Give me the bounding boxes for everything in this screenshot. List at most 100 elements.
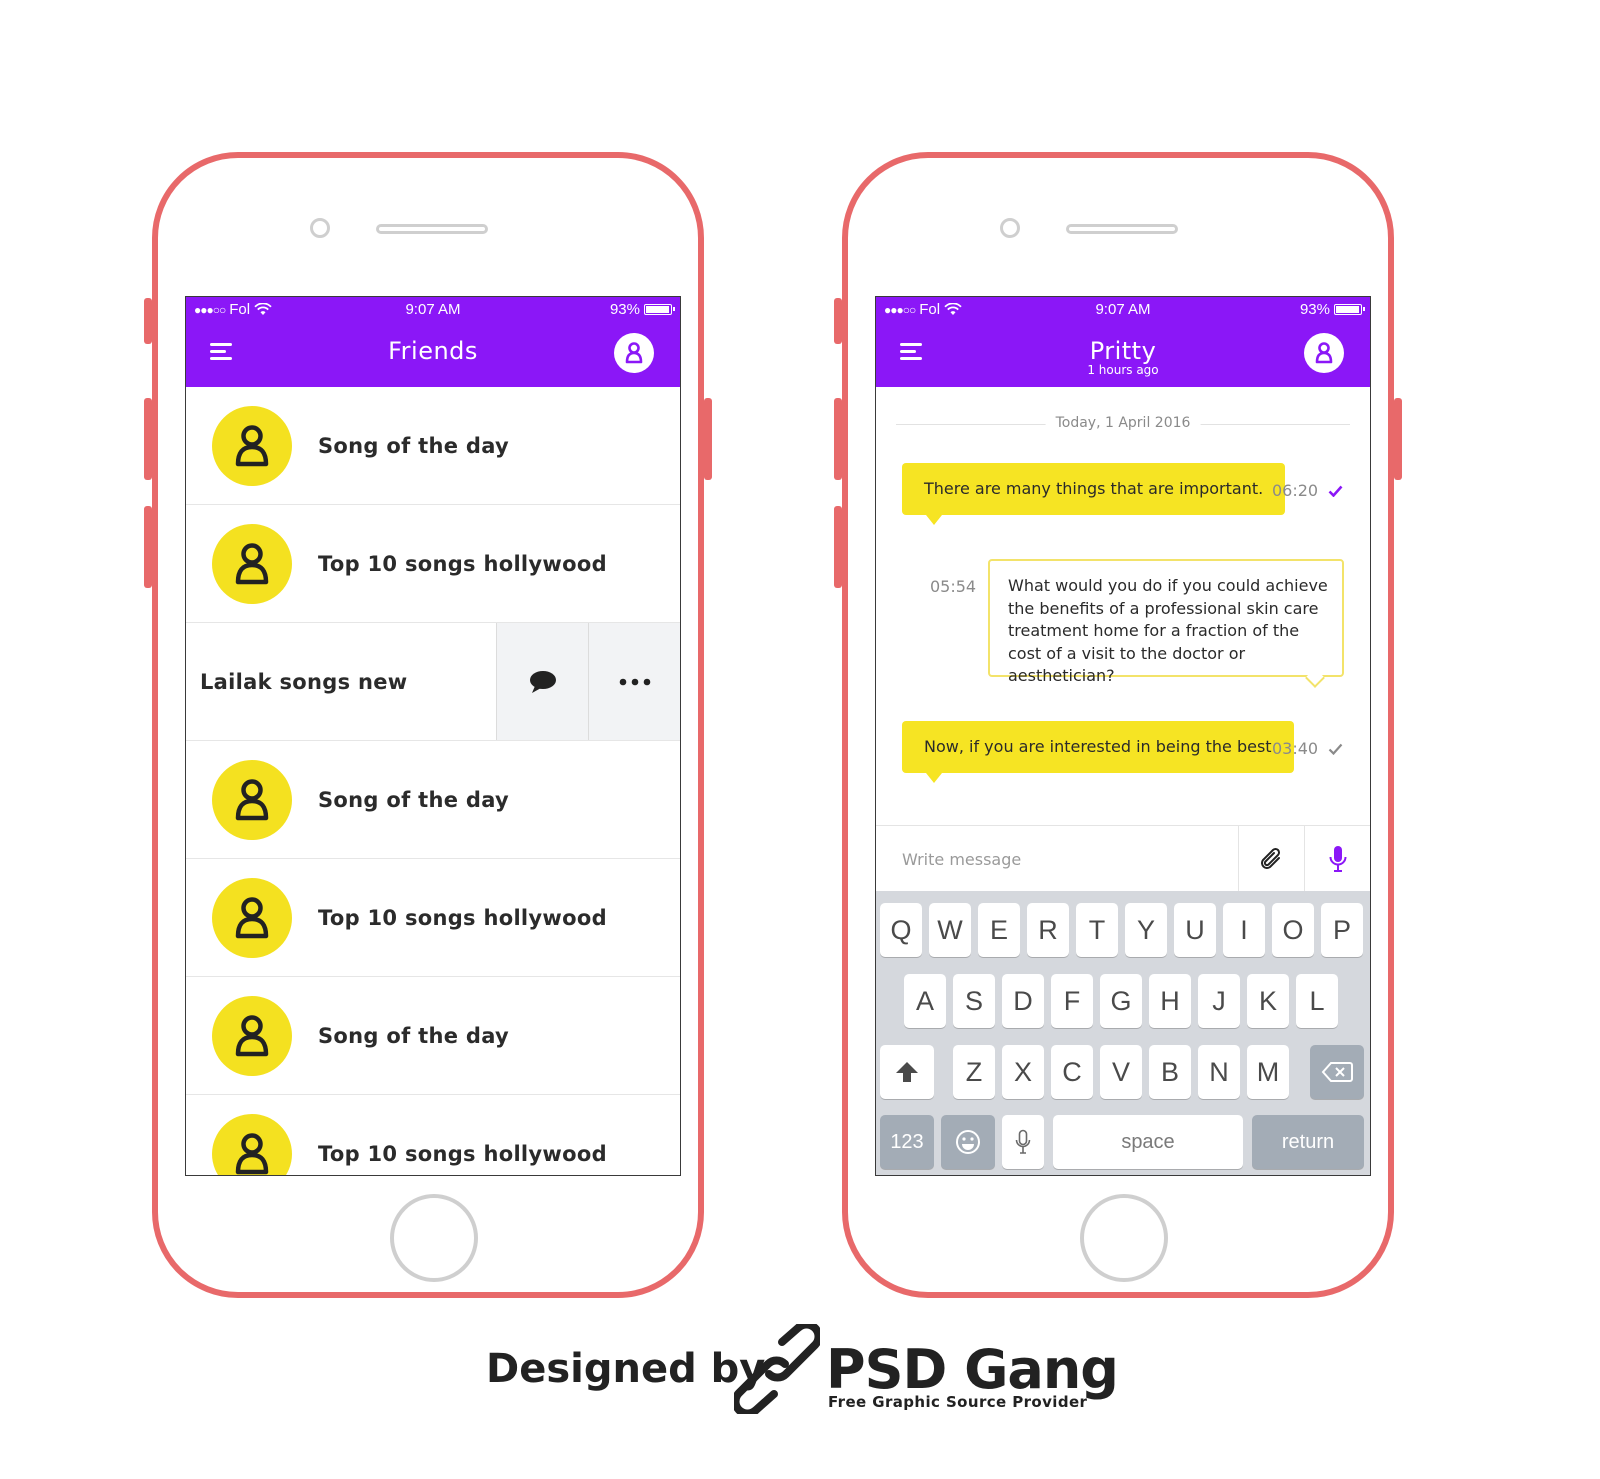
key-j[interactable]: J xyxy=(1198,974,1240,1028)
side-button xyxy=(834,298,842,344)
key-u[interactable]: U xyxy=(1174,903,1216,957)
return-key[interactable]: return xyxy=(1252,1115,1364,1169)
space-key[interactable]: space xyxy=(1053,1115,1243,1169)
chat-bubble-icon xyxy=(530,670,556,693)
message-input[interactable] xyxy=(876,826,1238,892)
microphone-icon xyxy=(1015,1129,1031,1154)
battery-percent: 93% xyxy=(1299,301,1330,318)
key-y[interactable]: Y xyxy=(1125,903,1167,957)
backspace-key[interactable] xyxy=(1310,1045,1364,1099)
key-h[interactable]: H xyxy=(1149,974,1191,1028)
key-x[interactable]: X xyxy=(1002,1045,1044,1099)
user-icon xyxy=(235,896,269,938)
more-dots-icon xyxy=(619,678,651,685)
more-action-button[interactable] xyxy=(588,623,680,740)
designed-by-text: Designed by xyxy=(486,1346,766,1392)
volume-down-button xyxy=(144,506,152,588)
top-bar: ●●●○○ Fol 9:07 AM 93% Friends xyxy=(186,297,680,387)
key-p[interactable]: P xyxy=(1321,903,1363,957)
home-button[interactable] xyxy=(1080,1194,1168,1282)
voice-button[interactable] xyxy=(1304,826,1370,892)
profile-button[interactable] xyxy=(614,333,654,373)
shift-key[interactable] xyxy=(880,1045,934,1099)
key-o[interactable]: O xyxy=(1272,903,1314,957)
attach-button[interactable] xyxy=(1238,826,1305,892)
message-time: 06:20 xyxy=(1272,481,1319,500)
user-icon xyxy=(235,424,269,466)
home-button[interactable] xyxy=(390,1194,478,1282)
message-time: 05:54 xyxy=(930,577,977,596)
list-item[interactable]: Song of the day xyxy=(186,741,680,859)
list-item-title: Top 10 songs hollywood xyxy=(318,905,607,930)
key-s[interactable]: S xyxy=(953,974,995,1028)
side-button xyxy=(144,298,152,344)
message-time: 03:40 xyxy=(1272,739,1319,758)
key-i[interactable]: I xyxy=(1223,903,1265,957)
status-bar: ●●●○○ Fol 9:07 AM 93% xyxy=(876,301,1370,321)
backspace-icon xyxy=(1321,1062,1353,1082)
key-k[interactable]: K xyxy=(1247,974,1289,1028)
status-bar: ●●●○○ Fol 9:07 AM 93% xyxy=(186,301,680,321)
key-m[interactable]: M xyxy=(1247,1045,1289,1099)
avatar xyxy=(212,995,292,1076)
key-r[interactable]: R xyxy=(1027,903,1069,957)
last-seen: 1 hours ago xyxy=(1087,363,1159,377)
list-item-title: Top 10 songs hollywood xyxy=(318,551,607,576)
list-item-title: Song of the day xyxy=(318,787,510,812)
chat-phone: ●●●○○ Fol 9:07 AM 93% Pritty 1 hours ago… xyxy=(834,152,1402,1298)
key-d[interactable]: D xyxy=(1002,974,1044,1028)
key-z[interactable]: Z xyxy=(953,1045,995,1099)
list-item-title: Song of the day xyxy=(318,1023,510,1048)
key-a[interactable]: A xyxy=(904,974,946,1028)
emoji-key[interactable] xyxy=(941,1115,995,1169)
battery-icon xyxy=(644,304,675,315)
chat-action-button[interactable] xyxy=(496,623,589,740)
chat-screen: ●●●○○ Fol 9:07 AM 93% Pritty 1 hours ago… xyxy=(875,296,1371,1176)
list-item-title: Lailak songs new xyxy=(200,669,408,694)
user-icon xyxy=(235,1014,269,1056)
list-item[interactable]: Song of the day xyxy=(186,387,680,505)
key-v[interactable]: V xyxy=(1100,1045,1142,1099)
dictation-key[interactable] xyxy=(1002,1115,1044,1169)
key-w[interactable]: W xyxy=(929,903,971,957)
profile-button[interactable] xyxy=(1304,333,1344,373)
power-button xyxy=(704,398,712,480)
numbers-key[interactable]: 123 xyxy=(880,1115,934,1169)
list-item-title: Song of the day xyxy=(318,433,510,458)
key-c[interactable]: C xyxy=(1051,1045,1093,1099)
microphone-icon xyxy=(1329,846,1347,872)
key-n[interactable]: N xyxy=(1198,1045,1240,1099)
list-item-swiped[interactable]: Lailak songs new xyxy=(186,623,680,741)
list-item[interactable]: Top 10 songs hollywood xyxy=(186,1095,680,1175)
avatar xyxy=(212,759,292,840)
avatar xyxy=(212,877,292,958)
status-time: 9:07 AM xyxy=(405,301,461,318)
front-camera xyxy=(310,218,330,238)
list-item[interactable]: Top 10 songs hollywood xyxy=(186,505,680,623)
volume-up-button xyxy=(144,398,152,480)
contact-name: Pritty xyxy=(1089,337,1157,365)
user-icon xyxy=(235,778,269,820)
incoming-message: What would you do if you could achieve t… xyxy=(988,559,1344,685)
brand-tagline: Free Graphic Source Provider xyxy=(828,1393,1088,1411)
key-f[interactable]: F xyxy=(1051,974,1093,1028)
user-icon xyxy=(625,342,643,364)
user-icon xyxy=(1315,342,1333,364)
key-g[interactable]: G xyxy=(1100,974,1142,1028)
chain-link-logo-icon xyxy=(734,1324,820,1414)
list-item[interactable]: Top 10 songs hollywood xyxy=(186,859,680,977)
key-l[interactable]: L xyxy=(1296,974,1338,1028)
read-check-icon xyxy=(1328,485,1343,497)
friends-list: Song of the day Top 10 songs hollywood L… xyxy=(186,387,680,1175)
key-b[interactable]: B xyxy=(1149,1045,1191,1099)
brand-name: PSD Gang xyxy=(826,1338,1119,1401)
key-t[interactable]: T xyxy=(1076,903,1118,957)
list-item[interactable]: Song of the day xyxy=(186,977,680,1095)
avatar xyxy=(212,405,292,486)
status-time: 9:07 AM xyxy=(1095,301,1151,318)
key-e[interactable]: E xyxy=(978,903,1020,957)
shift-arrow-icon xyxy=(896,1062,918,1082)
keyboard: Q W E R T Y U I O P A S D F G H J K L Z … xyxy=(876,891,1370,1175)
user-icon xyxy=(235,542,269,584)
key-q[interactable]: Q xyxy=(880,903,922,957)
